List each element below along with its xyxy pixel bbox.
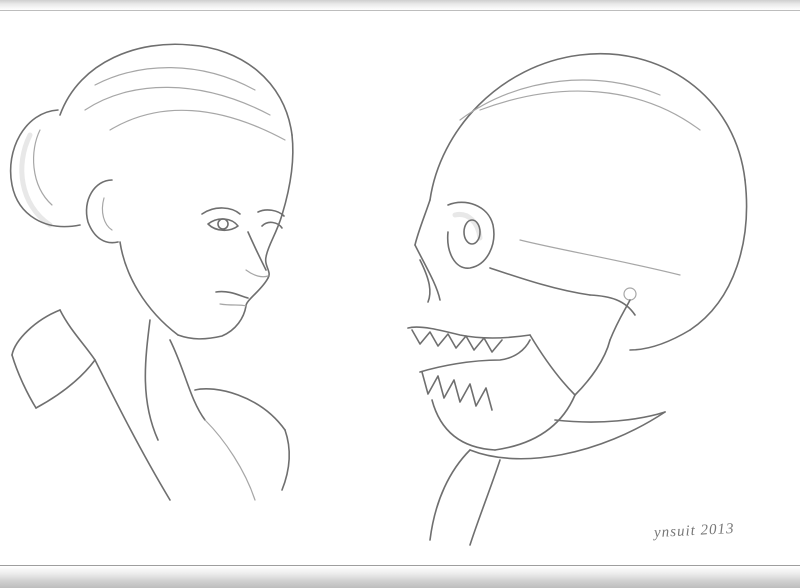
- bottom-border: [0, 565, 800, 588]
- pencil-sketch: [9, 43, 748, 546]
- drawing-viewer: ynsuit 2013: [0, 0, 800, 588]
- woman-portrait: [9, 43, 294, 501]
- skull-profile: [407, 53, 748, 546]
